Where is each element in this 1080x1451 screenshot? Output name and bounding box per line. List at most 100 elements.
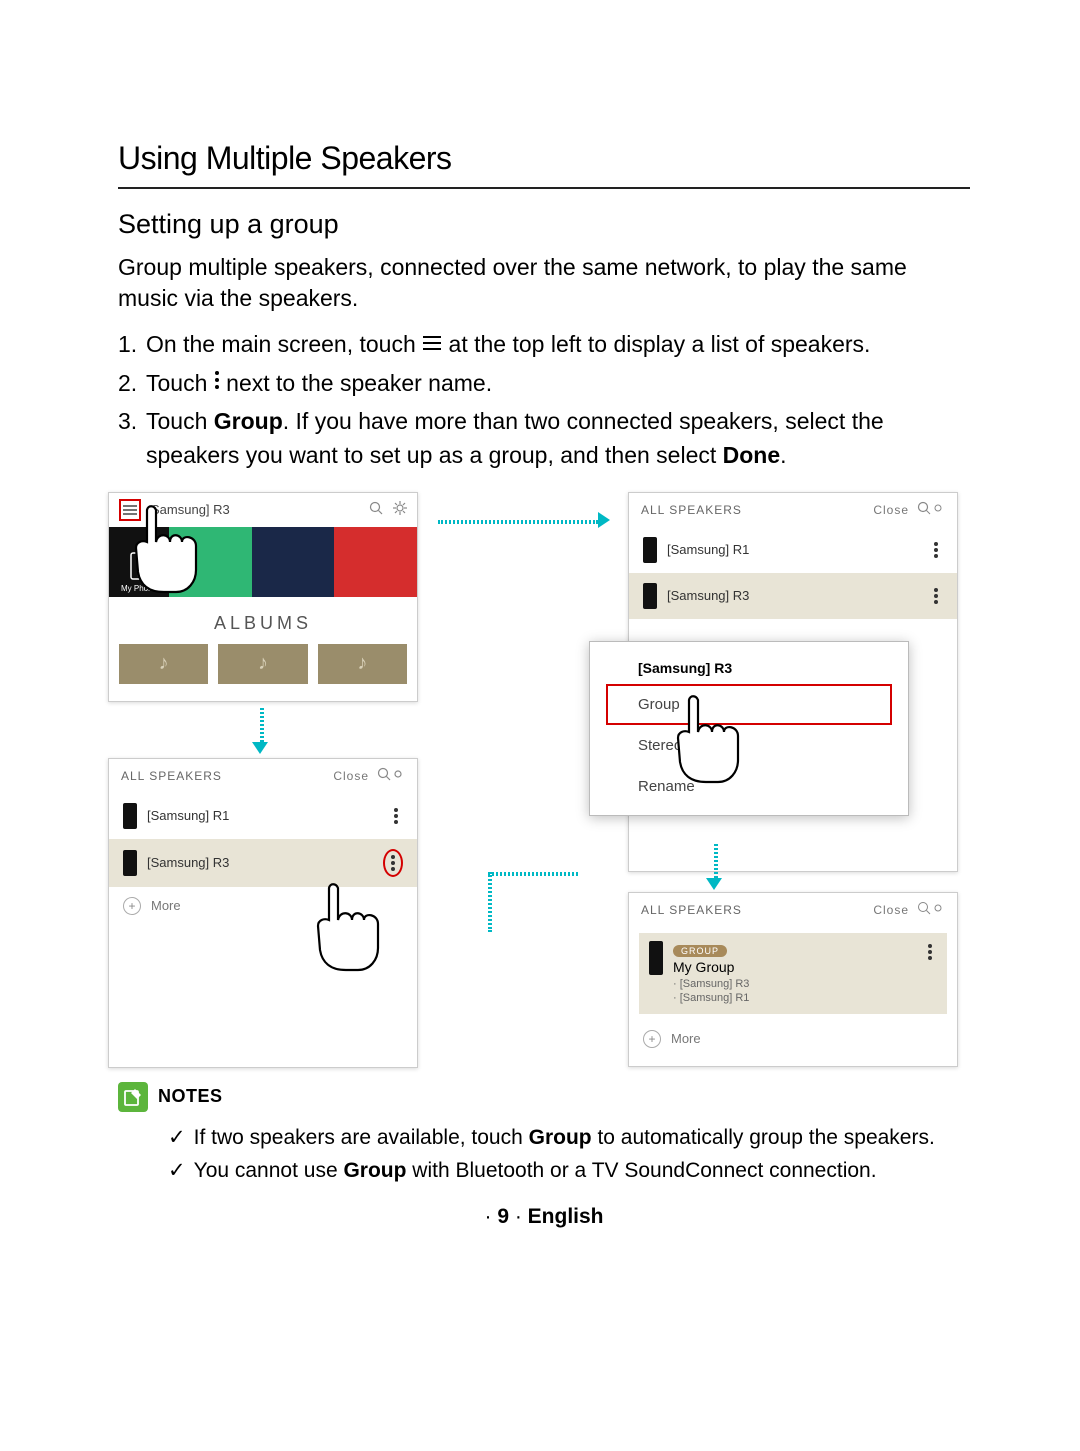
step1-text-a: On the main screen, touch — [146, 331, 422, 357]
note1-a: If two speakers are available, touch — [194, 1126, 529, 1149]
gear-icon[interactable] — [931, 901, 945, 918]
page-language: English — [528, 1205, 604, 1228]
step-number: 1. — [118, 328, 146, 363]
gear-icon[interactable] — [391, 767, 405, 784]
step1-text-b: at the top left to display a list of spe… — [449, 331, 871, 357]
notes-icon — [118, 1082, 148, 1112]
popup-item-stereo[interactable]: Stereo Set — [590, 725, 908, 766]
phone-icon — [130, 552, 148, 580]
album-thumb[interactable]: ♪ — [318, 644, 407, 684]
speaker-row-selected[interactable]: [Samsung] R3 — [629, 573, 957, 619]
arrow-head-icon — [598, 512, 610, 528]
step3-bold-done: Done — [723, 442, 781, 468]
popup-title: [Samsung] R3 — [590, 650, 908, 684]
screenshot-group-result: ALL SPEAKERS Close GROUP My Group · [Sam… — [628, 892, 958, 1067]
albums-heading: ALBUMS — [109, 597, 417, 644]
intro-text: Group multiple speakers, connected over … — [118, 252, 970, 314]
check-icon: ✓ — [168, 1122, 186, 1155]
speaker-icon — [643, 583, 657, 609]
device-title: Samsung] R3 — [151, 502, 230, 517]
plus-icon: + — [123, 897, 141, 915]
hamburger-icon — [422, 327, 442, 360]
more-row[interactable]: + More — [629, 1020, 957, 1058]
arrow-head-icon — [252, 742, 268, 754]
flow-arrow — [488, 872, 578, 876]
kebab-menu-highlight[interactable] — [383, 849, 403, 877]
speaker-icon — [649, 941, 663, 975]
kebab-menu-button[interactable] — [923, 941, 937, 1006]
group-row[interactable]: GROUP My Group · [Samsung] R3 · [Samsung… — [639, 933, 947, 1014]
speaker-row-selected[interactable]: [Samsung] R3 — [109, 839, 417, 887]
gear-icon[interactable] — [393, 501, 407, 518]
step3-text-a: Touch — [146, 408, 214, 434]
note2-bold: Group — [343, 1159, 406, 1182]
kebab-menu-button[interactable] — [929, 585, 943, 607]
close-button[interactable]: Close — [333, 769, 369, 783]
group-badge: GROUP — [673, 945, 727, 957]
group-member: · [Samsung] R3 — [673, 977, 913, 991]
speaker-name: [Samsung] R1 — [147, 808, 229, 823]
album-thumb[interactable]: ♪ — [218, 644, 307, 684]
plus-icon: + — [643, 1030, 661, 1048]
search-icon[interactable] — [917, 901, 931, 918]
kebab-menu-button[interactable] — [929, 539, 943, 561]
notes-list: ✓ If two speakers are available, touch G… — [118, 1122, 970, 1187]
flow-arrow — [260, 708, 264, 742]
diagram-area: Samsung] R3 My Phone ALBUMS ♪ ♪ ♪ — [108, 492, 958, 1072]
speaker-icon — [643, 537, 657, 563]
all-speakers-heading: ALL SPEAKERS — [121, 769, 222, 783]
note2-a: You cannot use — [194, 1159, 344, 1182]
screenshot-main-screen: Samsung] R3 My Phone ALBUMS ♪ ♪ ♪ — [108, 492, 418, 702]
cropped-text: bum C — [386, 1052, 415, 1063]
all-speakers-heading: ALL SPEAKERS — [641, 903, 742, 917]
step2-text-a: Touch — [146, 370, 214, 396]
search-icon[interactable] — [917, 501, 931, 518]
my-phone-label: My Phone — [121, 584, 157, 593]
gear-icon[interactable] — [931, 501, 945, 518]
flow-arrow — [488, 872, 492, 932]
hamburger-highlight[interactable] — [119, 499, 141, 521]
speaker-row[interactable]: [Samsung] R1 — [109, 793, 417, 839]
step-number: 3. — [118, 405, 146, 472]
steps-list: 1. On the main screen, touch at the top … — [118, 328, 970, 472]
color-tile — [169, 527, 252, 597]
kebab-icon — [214, 366, 220, 399]
note1-bold: Group — [529, 1126, 592, 1149]
close-button[interactable]: Close — [873, 903, 909, 917]
all-speakers-heading: ALL SPEAKERS — [641, 503, 742, 517]
more-label: More — [671, 1031, 701, 1046]
step3-text-e: . — [780, 442, 786, 468]
hamburger-icon — [123, 505, 137, 515]
page-footer: · 9 · English — [118, 1205, 970, 1229]
check-icon: ✓ — [168, 1155, 186, 1188]
popup-item-group-highlight[interactable]: Group — [606, 684, 892, 725]
arrow-head-icon — [706, 878, 722, 890]
my-phone-tile[interactable]: My Phone — [109, 527, 169, 597]
speaker-row[interactable]: [Samsung] R1 — [629, 527, 957, 573]
kebab-menu-button[interactable] — [389, 805, 403, 827]
step3-bold-group: Group — [214, 408, 283, 434]
group-member: · [Samsung] R1 — [673, 991, 913, 1005]
more-row[interactable]: + More — [109, 887, 417, 925]
notes-label: NOTES — [158, 1086, 223, 1107]
speaker-icon — [123, 803, 137, 829]
close-button[interactable]: Close — [873, 503, 909, 517]
color-tile — [334, 527, 417, 597]
context-popup: [Samsung] R3 Group Stereo Set Rename — [589, 641, 909, 816]
flow-arrow — [438, 520, 598, 524]
color-tile — [252, 527, 335, 597]
speaker-name: [Samsung] R3 — [147, 855, 229, 870]
speaker-name: [Samsung] R1 — [667, 542, 749, 557]
speaker-icon — [123, 850, 137, 876]
section-title: Setting up a group — [118, 209, 970, 240]
popup-item-rename[interactable]: Rename — [590, 766, 908, 807]
more-label: More — [151, 898, 181, 913]
group-name: My Group — [673, 959, 734, 975]
step-number: 2. — [118, 367, 146, 402]
search-icon[interactable] — [369, 501, 383, 518]
search-icon[interactable] — [377, 767, 391, 784]
screenshot-speaker-list: bum C ALL SPEAKERS Close [Samsung] R1 [S… — [108, 758, 418, 1068]
note2-c: with Bluetooth or a TV SoundConnect conn… — [406, 1159, 876, 1182]
note1-c: to automatically group the speakers. — [592, 1126, 935, 1149]
album-thumb[interactable]: ♪ — [119, 644, 208, 684]
